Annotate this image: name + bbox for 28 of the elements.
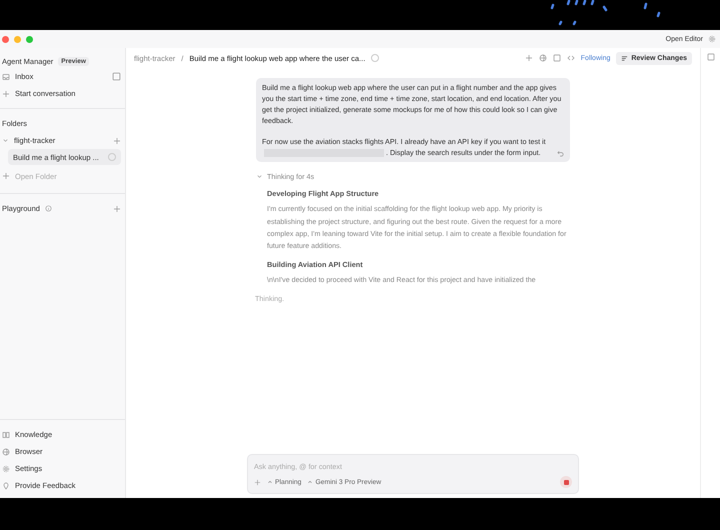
panel-icon[interactable] <box>706 53 714 61</box>
close-button[interactable] <box>2 36 9 42</box>
globe-icon <box>2 448 10 456</box>
undo-icon[interactable] <box>557 150 564 158</box>
plus-icon[interactable] <box>254 478 261 486</box>
globe-icon[interactable] <box>538 54 547 62</box>
inbox-icon <box>2 72 10 80</box>
plus-icon <box>2 90 10 98</box>
settings-icon <box>2 464 10 472</box>
chevron-icon[interactable] <box>2 137 9 144</box>
plus-icon[interactable] <box>113 136 121 144</box>
code-icon[interactable] <box>566 54 575 62</box>
pin-icon <box>2 482 10 490</box>
info-icon <box>44 205 52 212</box>
terminal-icon[interactable] <box>552 54 561 62</box>
plus-icon[interactable] <box>524 54 533 62</box>
chevron-icon[interactable] <box>256 173 263 180</box>
book-icon <box>2 430 10 438</box>
zoom-button[interactable] <box>26 36 33 42</box>
sidebar-toggle-icon[interactable] <box>112 72 121 81</box>
minimize-button[interactable] <box>14 36 21 42</box>
caret-icon <box>307 479 314 485</box>
plus-icon <box>2 172 10 180</box>
list-icon <box>621 54 628 62</box>
plus-icon[interactable] <box>113 204 121 212</box>
settings-icon[interactable] <box>708 35 716 43</box>
stop-button[interactable] <box>560 476 572 488</box>
caret-icon <box>267 479 273 485</box>
